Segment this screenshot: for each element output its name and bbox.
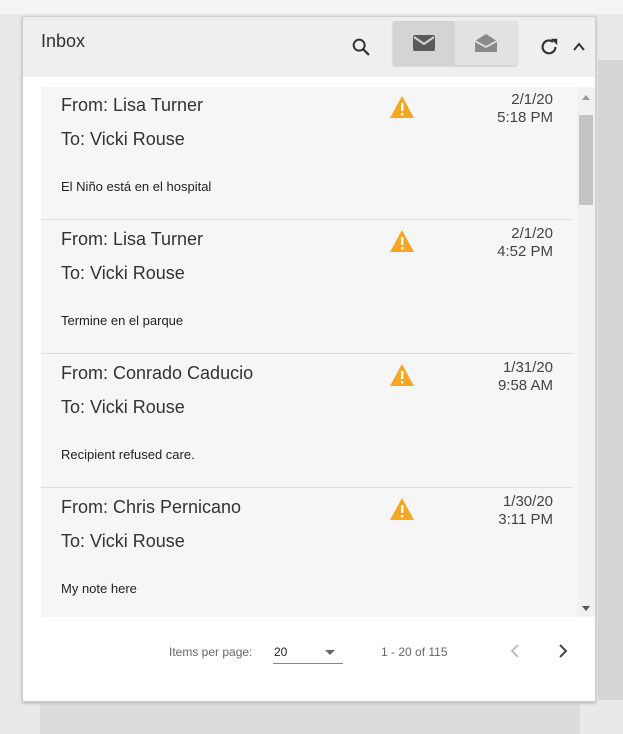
message-date: 2/1/20 (511, 91, 553, 108)
inbox-toolbar: Inbox (23, 17, 595, 77)
message-item[interactable]: From: Lisa Turner To: Vicki Rouse El Niñ… (41, 87, 573, 220)
warning-icon (390, 230, 414, 252)
message-timestamp: 1/30/20 3:11 PM (498, 493, 553, 529)
message-date: 2/1/20 (511, 225, 553, 242)
chevron-up-icon (573, 42, 585, 51)
items-per-page-value: 20 (274, 645, 288, 659)
message-from: From: Lisa Turner (61, 229, 204, 249)
page-background-bottom (40, 704, 580, 734)
view-toggle-group (393, 21, 517, 65)
message-list: From: Lisa Turner To: Vicki Rouse El Niñ… (41, 87, 577, 617)
message-list-scrollbar[interactable] (577, 87, 595, 617)
page-background-top (0, 0, 623, 14)
message-to: To: Vicki Rouse (61, 397, 185, 417)
message-date: 1/30/20 (502, 493, 553, 510)
message-time: 5:18 PM (497, 109, 553, 126)
chevron-right-icon (559, 644, 568, 658)
message-preview: Recipient refused care. (61, 447, 195, 462)
previous-page-button[interactable] (501, 637, 529, 665)
scroll-down-arrow-icon[interactable] (582, 606, 590, 611)
warning-icon (390, 96, 414, 118)
inbox-panel: Inbox From: Lisa Turner To: Vicki Rouse … (22, 16, 596, 702)
page-background-shadow (598, 60, 623, 700)
message-preview: El Niño está en el hospital (61, 179, 212, 194)
message-time: 9:58 AM (497, 377, 553, 394)
search-button[interactable] (343, 29, 379, 65)
message-time: 4:52 PM (497, 243, 553, 260)
paginator: Items per page: 20 1 - 20 of 115 (23, 623, 595, 679)
dropdown-caret-icon (325, 650, 335, 655)
collapse-button[interactable] (565, 29, 593, 65)
message-timestamp: 2/1/20 5:18 PM (497, 91, 553, 127)
read-view-button[interactable] (455, 21, 517, 65)
next-page-button[interactable] (549, 637, 577, 665)
page-range-label: 1 - 20 of 115 (381, 645, 448, 659)
message-from: From: Conrado Caducio (61, 363, 254, 383)
drafts-icon (474, 34, 498, 52)
message-item[interactable]: From: Conrado Caducio To: Vicki Rouse Re… (41, 355, 573, 488)
message-to: To: Vicki Rouse (61, 129, 185, 149)
message-from: From: Chris Pernicano (61, 497, 242, 517)
message-time: 3:11 PM (498, 511, 553, 528)
mail-icon (413, 35, 435, 51)
message-timestamp: 2/1/20 4:52 PM (497, 225, 553, 261)
message-preview: My note here (61, 581, 137, 596)
search-icon (352, 38, 370, 56)
message-item[interactable]: From: Chris Pernicano To: Vicki Rouse My… (41, 489, 573, 617)
warning-icon (390, 498, 414, 520)
items-per-page-select[interactable]: 20 (273, 641, 343, 664)
message-from: From: Lisa Turner (61, 95, 204, 115)
page-title: Inbox (41, 31, 86, 51)
warning-icon (390, 364, 414, 386)
message-date: 1/31/20 (502, 359, 553, 376)
items-per-page-label: Items per page: (169, 645, 253, 659)
message-preview: Termine en el parque (61, 313, 184, 328)
message-to: To: Vicki Rouse (61, 531, 185, 551)
message-timestamp: 1/31/20 9:58 AM (498, 359, 553, 395)
unread-view-button[interactable] (393, 21, 455, 65)
message-to: To: Vicki Rouse (61, 263, 185, 283)
message-item[interactable]: From: Lisa Turner To: Vicki Rouse Termin… (41, 221, 573, 354)
chevron-left-icon (510, 644, 519, 658)
refresh-icon (541, 38, 558, 55)
scrollbar-thumb[interactable] (579, 115, 593, 205)
scroll-up-arrow-icon[interactable] (582, 95, 590, 100)
refresh-button[interactable] (533, 29, 565, 65)
